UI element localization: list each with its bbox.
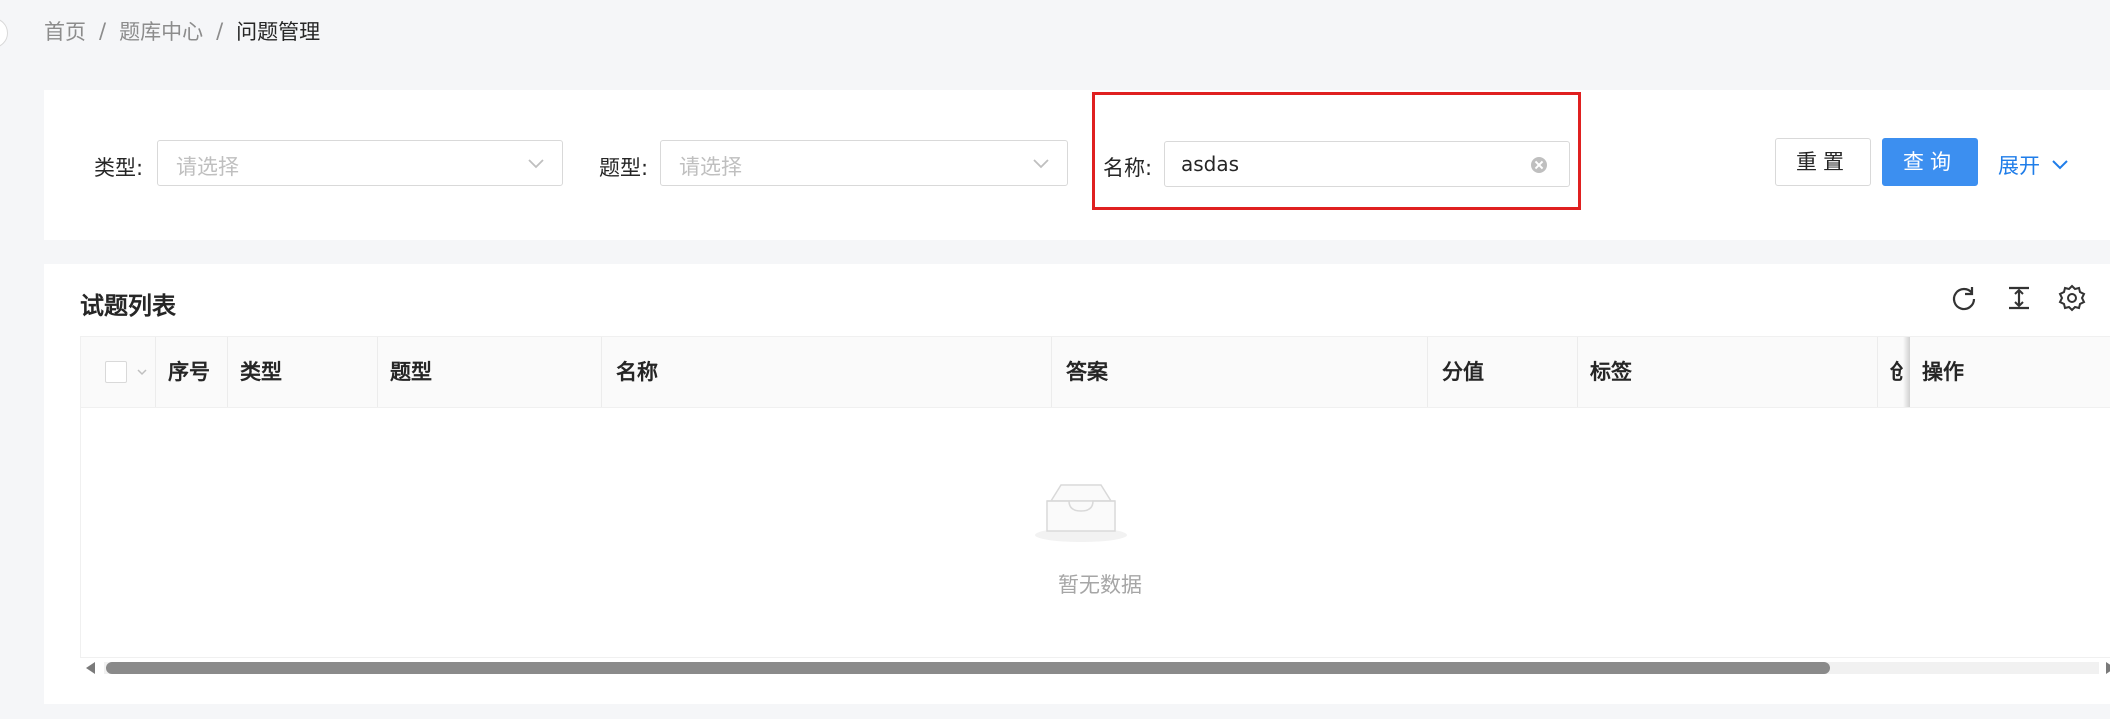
- column-header-index: 序号: [155, 337, 227, 407]
- name-filter-label: 名称:: [1103, 156, 1153, 180]
- question-type-select-placeholder: 请选择: [679, 155, 742, 179]
- column-header-question-type: 题型: [377, 337, 601, 407]
- expand-label: 展开: [1998, 154, 2040, 178]
- column-header-type: 类型: [227, 337, 377, 407]
- breadcrumb-current: 问题管理: [236, 20, 321, 44]
- select-all-checkbox[interactable]: [105, 361, 127, 383]
- scrollbar-thumb[interactable]: [106, 662, 1830, 674]
- empty-state-text: 暂无数据: [1058, 573, 1142, 597]
- breadcrumb-question-bank[interactable]: 题库中心: [119, 16, 203, 46]
- scroll-left-arrow[interactable]: [86, 662, 95, 674]
- clear-icon[interactable]: [1531, 157, 1547, 173]
- settings-icon[interactable]: [2058, 284, 2086, 312]
- question-table: 序号 类型 题型 名称 答案 分值 标签 创 操作 暂无数据: [80, 336, 2110, 658]
- column-header-answer: 答案: [1051, 337, 1427, 407]
- chevron-down-icon[interactable]: [136, 366, 148, 378]
- type-select-placeholder: 请选择: [176, 155, 239, 179]
- breadcrumb: 首页 / 题库中心 / 问题管理: [44, 16, 320, 46]
- empty-inbox-icon: [1035, 484, 1127, 542]
- fixed-column-shadow: [1903, 337, 1910, 407]
- chevron-down-icon: [528, 159, 544, 169]
- column-header-created: 创: [1877, 337, 1903, 407]
- sidebar-collapse-handle[interactable]: [0, 18, 8, 48]
- query-button[interactable]: 查询: [1882, 138, 1978, 186]
- column-header-tags: 标签: [1577, 337, 1877, 407]
- type-filter-label: 类型:: [94, 156, 144, 180]
- search-form-card: 类型: 请选择 题型: 请选择 名称: 重置 查询 展开: [44, 90, 2110, 240]
- column-header-score: 分值: [1427, 337, 1577, 407]
- column-header-name: 名称: [601, 337, 1051, 407]
- name-input-wrapper: [1164, 141, 1570, 187]
- chevron-down-icon: [1033, 159, 1049, 169]
- card-title: 试题列表: [80, 292, 176, 320]
- question-list-card: 试题列表 序号 类型 题型 名称 答案 分值 标签 创 操作: [44, 264, 2110, 704]
- question-type-select[interactable]: 请选择: [660, 140, 1068, 186]
- question-type-filter-label: 题型:: [599, 156, 649, 180]
- breadcrumb-separator: /: [99, 19, 107, 43]
- column-header-actions: 操作: [1922, 360, 1964, 384]
- breadcrumb-separator: /: [216, 19, 224, 43]
- expand-toggle[interactable]: 展开: [1998, 150, 2070, 180]
- horizontal-scrollbar[interactable]: [80, 658, 2110, 678]
- refresh-icon[interactable]: [1950, 284, 1978, 312]
- column-height-icon[interactable]: [2005, 284, 2033, 312]
- type-select[interactable]: 请选择: [157, 140, 563, 186]
- table-header: 序号 类型 题型 名称 答案 分值 标签 创 操作: [81, 337, 2110, 408]
- scroll-right-arrow[interactable]: [2106, 662, 2110, 674]
- name-input[interactable]: [1181, 150, 1511, 178]
- reset-button[interactable]: 重置: [1775, 138, 1871, 186]
- chevron-down-icon: [2052, 160, 2068, 170]
- breadcrumb-home[interactable]: 首页: [44, 16, 86, 46]
